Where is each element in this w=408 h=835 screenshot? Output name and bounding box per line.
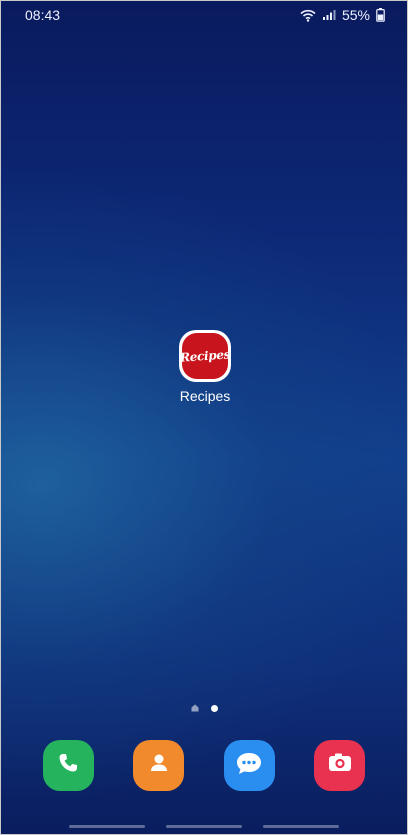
home-screen: 08:43 55% Recipes Recipes [0,0,408,835]
messages-icon [234,749,264,782]
contacts-icon [146,750,172,781]
wifi-icon [300,9,316,22]
dock [1,740,407,791]
app-label: Recipes [179,388,231,404]
phone-app[interactable] [42,740,94,791]
status-icons: 55% [300,7,385,23]
camera-app[interactable] [314,740,366,791]
battery-percent: 55% [341,7,370,23]
camera-icon [326,750,354,781]
recipes-app-icon: Recipes [179,330,231,382]
contacts-app[interactable] [133,740,185,791]
signal-icon [322,9,336,21]
messages-app[interactable] [223,740,275,791]
nav-hint-left[interactable] [69,825,146,828]
home-page-indicator-icon [191,704,199,712]
status-bar: 08:43 55% [1,1,407,29]
recipes-logo-text: Recipes [182,347,228,365]
clock: 08:43 [25,7,61,23]
battery-icon [376,8,385,22]
page-dot-active [210,704,218,712]
page-indicator[interactable] [1,704,407,712]
app-recipes[interactable]: Recipes Recipes [172,330,238,404]
navigation-bar [1,825,407,828]
nav-hint-right[interactable] [262,825,339,828]
phone-icon [55,750,81,781]
nav-hint-center[interactable] [165,825,242,828]
